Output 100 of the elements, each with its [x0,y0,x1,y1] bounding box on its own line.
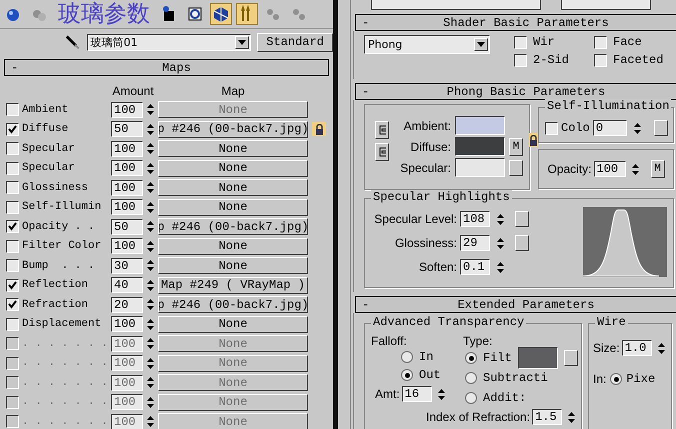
spinner-arrows-icon[interactable] [146,122,155,137]
rollout-header[interactable]: - Phong Basic Parameters [355,83,676,100]
spinner-arrows-icon[interactable] [146,180,155,196]
amount-field[interactable]: 50 [111,218,143,235]
lock-icon[interactable] [529,133,538,147]
rollout-header[interactable]: - Shader Basic Parameters [355,14,676,31]
map-button[interactable] [515,235,529,251]
lock-icon[interactable] [312,122,326,136]
link-icon[interactable] [375,143,389,161]
spinner-arrows-icon[interactable] [146,278,155,293]
cube-icon[interactable] [210,3,232,25]
map-button[interactable]: M [650,160,664,178]
checkbox[interactable] [6,259,19,272]
checkbox[interactable] [6,240,19,253]
checkbox[interactable] [6,298,19,312]
map-button[interactable]: None [158,257,308,274]
amount-field[interactable]: 100 [111,199,143,216]
map-button[interactable]: Map #249 ( VRayMap ) [158,276,308,294]
map-button[interactable]: M [509,138,523,156]
spinner-arrows-icon[interactable] [146,141,155,156]
map-button[interactable]: None [158,238,308,255]
eyedropper-icon[interactable] [64,33,81,51]
spinner-arrows-icon[interactable] [436,386,446,402]
button[interactable] [561,0,651,10]
color-swatch[interactable] [518,347,558,369]
shader-dropdown[interactable]: Phong [364,35,490,54]
map-button[interactable]: None [158,140,308,158]
spinner-arrows-icon[interactable] [630,162,640,176]
rollout-header[interactable]: - Extended Parameters [355,296,676,313]
checkbox[interactable] [594,54,607,66]
checkbox[interactable] [6,162,19,175]
input-field[interactable]: 0.1 [460,259,490,275]
link-icon[interactable] [375,121,389,139]
spinner-arrows-icon[interactable] [146,336,155,352]
radio-button[interactable] [465,352,477,364]
color-swatch[interactable] [455,158,505,177]
checkbox[interactable] [6,318,19,331]
radio-button[interactable] [465,372,477,384]
radio-button[interactable] [465,392,477,404]
map-button[interactable]: None [158,198,308,216]
map-button[interactable]: None [158,179,308,196]
spinner-arrows-icon[interactable] [496,212,505,226]
radio-button[interactable] [610,373,622,385]
map-button[interactable]: None [158,316,308,333]
checkbox[interactable] [6,220,19,234]
spinner-arrows-icon[interactable] [146,200,155,215]
map-button[interactable]: None [158,160,308,177]
spinner-arrows-icon[interactable] [146,219,155,234]
spinner-arrows-icon[interactable] [146,394,155,410]
amount-field[interactable]: 16 [402,386,432,402]
spinner-arrows-icon[interactable] [146,102,155,118]
amount-field[interactable]: 100 [111,316,143,332]
material-name-dropdown[interactable]: 玻璃筒01 [86,34,252,50]
amount-field[interactable]: 30 [111,258,143,274]
input-field[interactable] [371,0,541,10]
ior-field[interactable]: 1.5 [532,409,562,425]
spinner-arrows-icon[interactable] [146,375,155,390]
checkbox[interactable] [545,122,558,134]
map-button[interactable] [515,211,529,227]
checkbox[interactable] [6,142,19,156]
spinner-arrows-icon[interactable] [567,410,576,424]
input-field[interactable]: 29 [460,235,490,251]
spinner-arrows-icon[interactable] [146,238,155,254]
spinner-arrows-icon[interactable] [496,236,505,250]
checkbox[interactable] [6,200,19,214]
arrows-icon[interactable] [236,3,258,25]
color-swatch[interactable] [455,116,505,135]
amount-field[interactable]: 100 [111,180,143,196]
checkbox[interactable] [6,181,19,194]
input-field[interactable]: 108 [460,211,490,227]
radio-button[interactable] [401,369,413,381]
checkbox[interactable] [514,54,527,66]
checkbox[interactable] [6,278,19,292]
spinner-arrows-icon[interactable] [146,356,155,371]
map-button[interactable] [564,350,578,366]
size-field[interactable]: 1.0 [622,340,652,356]
amount-field[interactable]: 100 [111,140,143,157]
rollout-header[interactable]: - Maps [4,59,329,76]
checkbox[interactable] [6,122,19,136]
map-button[interactable] [654,120,668,136]
material-type-button[interactable]: Standard [257,32,333,52]
color-swatch[interactable] [455,137,505,156]
amount-field[interactable]: 20 [111,296,143,313]
self-illumination-field[interactable]: 0 [592,120,627,136]
checkbox[interactable] [514,36,527,48]
spinner-arrows-icon[interactable] [496,260,505,274]
spinner-arrows-icon[interactable] [146,297,155,312]
checkbox[interactable] [6,103,19,116]
spinner-arrows-icon[interactable] [632,120,642,136]
opacity-field[interactable]: 100 [594,161,626,177]
amount-field[interactable]: 100 [111,102,143,118]
amount-field[interactable]: 50 [111,121,143,138]
map-button[interactable] [509,160,523,176]
spinner-arrows-icon[interactable] [146,414,155,429]
checkbox[interactable] [594,36,607,48]
spinner-arrows-icon[interactable] [656,340,666,356]
spinner-arrows-icon[interactable] [146,160,155,176]
amount-field[interactable]: 100 [111,238,143,254]
spinner-arrows-icon[interactable] [146,316,155,332]
amount-field[interactable]: 100 [111,160,143,176]
